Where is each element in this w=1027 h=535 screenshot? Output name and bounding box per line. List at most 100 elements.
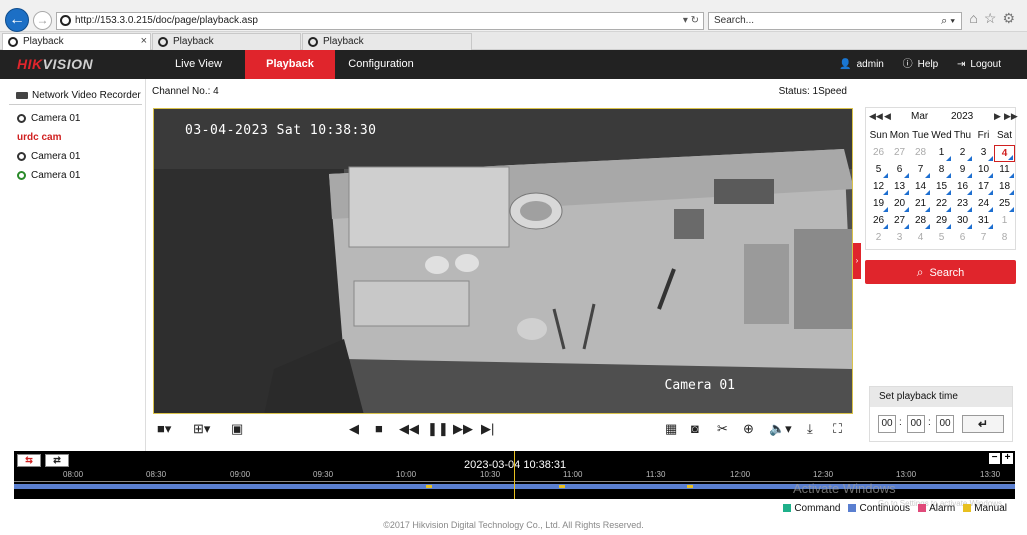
stop-all-icon[interactable]: ▣ (231, 421, 243, 437)
gear-icon[interactable]: ⚙ (1002, 10, 1021, 26)
calendar-day[interactable]: 2 (868, 230, 889, 247)
search-icon[interactable]: ⌕ ▾ (941, 13, 955, 29)
stop-icon[interactable]: ■ (375, 421, 383, 437)
timeline-sync-icon[interactable]: ⇄ (45, 454, 69, 467)
home-icon[interactable]: ⌂ (969, 10, 983, 26)
calendar-day[interactable]: 28 (910, 145, 931, 162)
close-icon[interactable]: × (141, 34, 147, 49)
calendar-day[interactable]: 12 (868, 179, 889, 196)
next-month-icon[interactable]: ▶ (994, 111, 1001, 122)
stop-recording-icon[interactable]: ▦ (665, 421, 677, 437)
calendar-day[interactable]: 5 (868, 162, 889, 179)
minute-input[interactable]: 00 (907, 415, 925, 433)
help-link[interactable]: ⓘ Help (903, 59, 939, 70)
calendar-day[interactable]: 8 (994, 230, 1015, 247)
pause-icon[interactable]: ❚❚ (427, 421, 449, 437)
calendar-day[interactable]: 28 (910, 213, 931, 230)
tab-title: Playback (323, 36, 364, 47)
video-player[interactable]: 03-04-2023 Sat 10:38:30 Camera 01 (153, 108, 853, 414)
calendar-day[interactable]: 14 (910, 179, 931, 196)
calendar-day[interactable]: 18 (994, 179, 1015, 196)
calendar-day[interactable]: 5 (931, 230, 952, 247)
zoom-in-icon[interactable]: + (1002, 453, 1013, 464)
calendar-day[interactable]: 7 (910, 162, 931, 179)
calendar-day[interactable]: 9 (952, 162, 973, 179)
browser-search-input[interactable]: Search... ⌕ ▾ (708, 12, 962, 30)
calendar-day[interactable]: 15 (931, 179, 952, 196)
hour-input[interactable]: 00 (878, 415, 896, 433)
nav-configuration[interactable]: Configuration (335, 50, 427, 79)
window-layout-icon[interactable]: ■▾ (157, 421, 171, 437)
calendar-day[interactable]: 16 (952, 179, 973, 196)
prev-month-icon[interactable]: ◀ (884, 111, 891, 122)
clip-icon[interactable]: ✂ (717, 421, 728, 437)
user-menu[interactable]: 👤 admin (839, 59, 884, 70)
star-icon[interactable]: ☆ (984, 10, 1003, 26)
camera-item-4[interactable]: Camera 01 (17, 170, 80, 181)
calendar-day[interactable]: 22 (931, 196, 952, 213)
window-split-icon[interactable]: ⊞▾ (193, 421, 210, 437)
timeline-cursor[interactable] (514, 451, 515, 499)
forward-button[interactable]: → (33, 11, 52, 30)
browser-tab-1[interactable]: Playback × (2, 33, 151, 50)
go-to-time-button[interactable]: ↵ (962, 415, 1004, 433)
reverse-play-icon[interactable]: ◀ (349, 421, 359, 437)
single-frame-icon[interactable]: ▶| (481, 421, 494, 437)
calendar-day[interactable]: 24 (973, 196, 994, 213)
audio-icon[interactable]: 🔈▾ (769, 421, 792, 437)
zoom-icon[interactable]: ⊕ (743, 421, 754, 437)
calendar-day[interactable]: 30 (952, 213, 973, 230)
zoom-out-icon[interactable]: − (989, 453, 1000, 464)
next-year-icon[interactable]: ▶▶ (1004, 111, 1018, 122)
calendar-day-selected[interactable]: 4 (994, 145, 1015, 162)
calendar-day[interactable]: 27 (889, 145, 910, 162)
camera-item-2[interactable]: urdc cam (17, 132, 61, 143)
browser-tab-2[interactable]: Playback (152, 33, 301, 50)
calendar-day[interactable]: 26 (868, 213, 889, 230)
calendar-day[interactable]: 31 (973, 213, 994, 230)
prev-year-icon[interactable]: ◀◀ (869, 111, 883, 122)
calendar-day[interactable]: 1 (931, 145, 952, 162)
camera-item-1[interactable]: Camera 01 (17, 113, 80, 124)
calendar-day[interactable]: 6 (889, 162, 910, 179)
calendar-day[interactable]: 1 (994, 213, 1015, 230)
calendar-day[interactable]: 21 (910, 196, 931, 213)
nav-live-view[interactable]: Live View (152, 50, 245, 79)
calendar-day[interactable]: 20 (889, 196, 910, 213)
back-button[interactable]: ← (5, 8, 29, 32)
calendar-day[interactable]: 13 (889, 179, 910, 196)
fast-forward-icon[interactable]: ▶▶ (453, 421, 473, 437)
calendar-day[interactable]: 8 (931, 162, 952, 179)
calendar-day[interactable]: 25 (994, 196, 1015, 213)
refresh-icon[interactable]: ▾ ↻ (683, 13, 699, 29)
logout-link[interactable]: ⇥ Logout (957, 59, 1001, 70)
calendar-day[interactable]: 27 (889, 213, 910, 230)
calendar-day[interactable]: 3 (889, 230, 910, 247)
camera-item-3[interactable]: Camera 01 (17, 151, 80, 162)
timeline-mode-icon[interactable]: ⇆ (17, 454, 41, 467)
capture-icon[interactable]: ◙ (691, 421, 699, 437)
calendar-day[interactable]: 17 (973, 179, 994, 196)
calendar-day[interactable]: 11 (994, 162, 1015, 179)
device-nvr[interactable]: Network Video Recorder (16, 90, 141, 101)
panel-collapse-handle[interactable]: › (853, 243, 861, 279)
browser-tab-3[interactable]: Playback (302, 33, 472, 50)
second-input[interactable]: 00 (936, 415, 954, 433)
calendar-day[interactable]: 3 (973, 145, 994, 162)
download-icon[interactable]: ⤓ (807, 421, 813, 437)
legend-item: Alarm (918, 503, 955, 514)
search-button[interactable]: ⌕ Search (865, 260, 1016, 284)
calendar-day[interactable]: 26 (868, 145, 889, 162)
calendar-day[interactable]: 7 (973, 230, 994, 247)
calendar-day[interactable]: 19 (868, 196, 889, 213)
calendar-day[interactable]: 2 (952, 145, 973, 162)
slow-forward-icon[interactable]: ◀◀ (399, 421, 419, 437)
calendar-day[interactable]: 23 (952, 196, 973, 213)
nav-playback[interactable]: Playback (245, 50, 335, 79)
calendar-day[interactable]: 6 (952, 230, 973, 247)
calendar-day[interactable]: 4 (910, 230, 931, 247)
fullscreen-icon[interactable]: ⛶ (833, 421, 842, 437)
calendar-day[interactable]: 29 (931, 213, 952, 230)
calendar-day[interactable]: 10 (973, 162, 994, 179)
address-bar[interactable]: http://153.3.0.215/doc/page/playback.asp… (56, 12, 704, 30)
